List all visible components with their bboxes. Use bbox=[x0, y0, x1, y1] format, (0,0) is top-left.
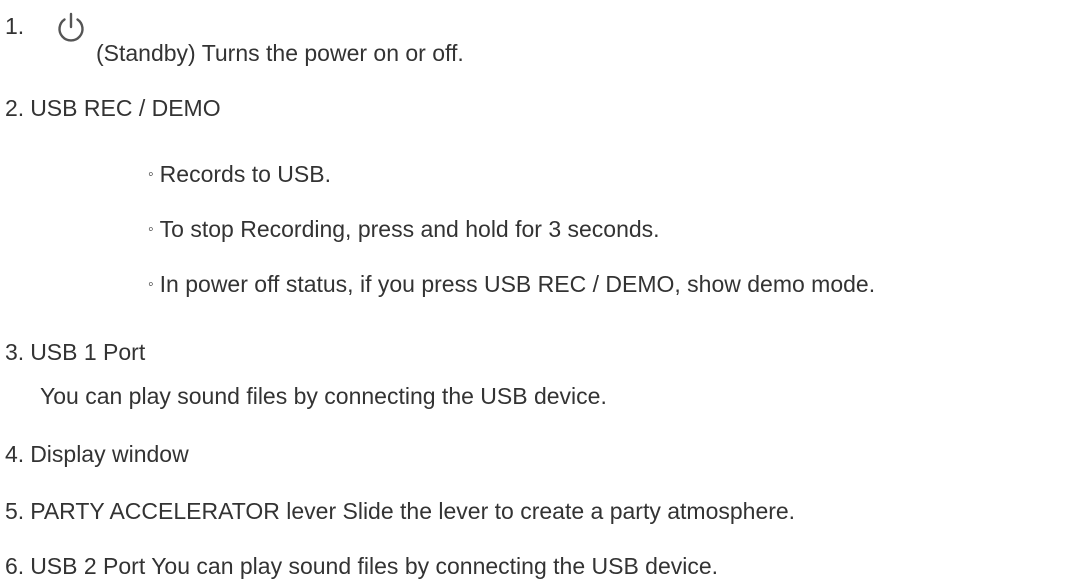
item-1-text: (Standby) Turns the power on or off. bbox=[96, 40, 464, 66]
bullet-icon: ◦ bbox=[148, 221, 154, 238]
bullet-text: Records to USB. bbox=[159, 161, 331, 187]
item-2-bullet-3: ◦ In power off status, if you press USB R… bbox=[148, 270, 875, 302]
item-3-number: 3. bbox=[5, 339, 25, 365]
item-2-title: USB REC / DEMO bbox=[30, 95, 221, 121]
item-2-number: 2. bbox=[5, 95, 25, 121]
item-1-number: 1. bbox=[5, 13, 25, 39]
bullet-icon: ◦ bbox=[148, 166, 154, 183]
item-3-title: USB 1 Port bbox=[30, 339, 146, 365]
bullet-text: In power off status, if you press USB RE… bbox=[159, 271, 876, 297]
item-5-text: PARTY ACCELERATOR lever Slide the lever … bbox=[30, 498, 796, 524]
item-2-bullet-1: ◦ Records to USB. bbox=[148, 160, 331, 192]
bullet-text: To stop Recording, press and hold for 3 … bbox=[159, 216, 660, 242]
item-6-text: USB 2 Port You can play sound files by c… bbox=[30, 553, 719, 579]
bullet-icon: ◦ bbox=[148, 276, 154, 293]
item-3: 3. USB 1 Port bbox=[5, 338, 145, 366]
item-2: 2. USB REC / DEMO bbox=[5, 94, 221, 122]
power-icon bbox=[58, 12, 84, 42]
item-4-number: 4. bbox=[5, 441, 25, 467]
item-6: 6. USB 2 Port You can play sound files by… bbox=[5, 552, 718, 580]
item-4: 4. Display window bbox=[5, 440, 189, 468]
item-5-number: 5. bbox=[5, 498, 25, 524]
item-2-bullet-2: ◦ To stop Recording, press and hold for 3… bbox=[148, 215, 660, 247]
item-4-title: Display window bbox=[30, 441, 189, 467]
item-3-description: You can play sound files by connecting t… bbox=[40, 383, 607, 409]
item-6-number: 6. bbox=[5, 553, 25, 579]
item-5: 5. PARTY ACCELERATOR lever Slide the leve… bbox=[5, 497, 795, 525]
